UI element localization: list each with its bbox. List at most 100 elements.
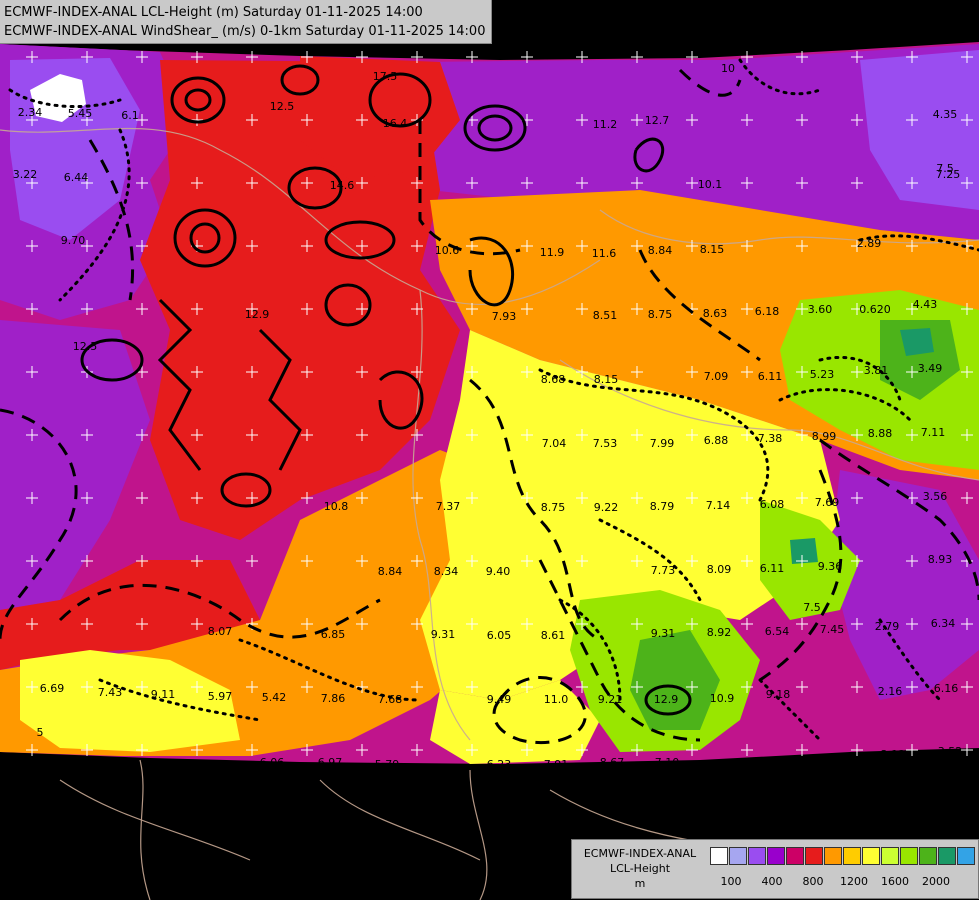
map-header: ECMWF-INDEX-ANAL LCL-Height (m) Saturday…	[0, 0, 493, 44]
value-label: 12.9	[245, 308, 270, 321]
value-label: 7.38	[758, 432, 783, 445]
value-label: 8.88	[868, 427, 893, 440]
value-label: 7.09	[704, 370, 729, 383]
value-label: 8.51	[593, 309, 618, 322]
value-label: 3.56	[923, 490, 948, 503]
value-label: 8.15	[700, 243, 725, 256]
value-label: 7.5	[803, 601, 821, 614]
value-label: 9.70	[61, 234, 86, 247]
value-label: 7.93	[492, 310, 517, 323]
value-label: 6.88	[704, 434, 729, 447]
value-label: 6.54	[765, 625, 790, 638]
legend-swatch	[919, 847, 937, 865]
value-label: 9.31	[431, 628, 456, 641]
value-label: 9.40	[486, 565, 511, 578]
value-label: 7.68	[378, 693, 403, 706]
value-label: 11.2	[593, 118, 618, 131]
value-label: 7.5	[936, 162, 954, 175]
legend-swatch	[881, 847, 899, 865]
value-label: 8.34	[434, 565, 459, 578]
value-label: 10.9	[710, 692, 735, 705]
value-label: 14.6	[330, 179, 355, 192]
header-line-windshear: ECMWF-INDEX-ANAL WindShear_ (m/s) 0-1km …	[4, 24, 486, 39]
legend-unit: m	[634, 877, 646, 890]
legend-title-variable: LCL-Height	[609, 862, 671, 875]
value-label: 7.43	[98, 686, 123, 699]
value-label: 5.79	[375, 758, 400, 771]
value-label: 5.42	[262, 691, 287, 704]
value-label: 5.23	[810, 368, 835, 381]
value-label: 6.18	[755, 305, 780, 318]
value-label: 10.8	[324, 500, 349, 513]
legend-swatch	[786, 847, 804, 865]
value-label: 7.10	[655, 756, 680, 769]
value-label: 3.22	[13, 168, 38, 181]
value-label: 9.49	[487, 693, 512, 706]
value-label: 8.68	[541, 373, 566, 386]
value-label: 7.53	[593, 437, 618, 450]
value-label: 6.11	[760, 562, 785, 575]
header-line-lcl: ECMWF-INDEX-ANAL LCL-Height (m) Saturday…	[4, 5, 423, 20]
value-label: 12.5	[270, 100, 295, 113]
legend-title: ECMWF-INDEX-ANAL LCL-Height m	[576, 846, 704, 891]
legend-tick-label: 1600	[881, 875, 909, 888]
legend-tick-label: 1200	[840, 875, 868, 888]
color-legend: ECMWF-INDEX-ANAL LCL-Height m 100 400 800 1…	[571, 839, 979, 899]
legend-swatch	[748, 847, 766, 865]
value-label: 6.34	[931, 617, 956, 630]
value-label: 7.37	[436, 500, 461, 513]
value-label: 5.45	[68, 107, 93, 120]
value-label: 6.16	[934, 682, 959, 695]
value-label: 2.89	[857, 237, 882, 250]
legend-swatch	[900, 847, 918, 865]
value-label: 8.92	[707, 626, 732, 639]
legend-swatch	[729, 847, 747, 865]
legend-swatch	[843, 847, 861, 865]
value-label: 9.11	[151, 688, 176, 701]
value-label: 5	[37, 726, 44, 739]
value-label: 9.18	[766, 688, 791, 701]
value-label: 8.09	[707, 563, 732, 576]
value-label: 3.52	[938, 745, 963, 758]
value-label: 9.31	[651, 627, 676, 640]
value-label: 12.7	[645, 114, 670, 127]
value-label: 12.9	[654, 693, 679, 706]
value-label: 17.5	[373, 70, 398, 83]
value-label: 2.34	[18, 106, 43, 119]
value-label: 0.620	[859, 303, 891, 316]
value-label: 9.22	[594, 501, 619, 514]
legend-swatch	[862, 847, 880, 865]
value-label: 8.84	[378, 565, 403, 578]
legend-tick-label: 800	[802, 875, 824, 888]
value-label: 10.6	[435, 244, 460, 257]
value-label: 7.45	[820, 623, 845, 636]
value-label: 8.75	[541, 501, 566, 514]
value-label: 8.99	[812, 430, 837, 443]
legend-tick-label: 2000	[922, 875, 950, 888]
legend-swatch	[938, 847, 956, 865]
value-label: 6.97	[318, 756, 343, 769]
value-label: 11.9	[540, 246, 565, 259]
value-label: 10.1	[698, 178, 723, 191]
legend-title-source: ECMWF-INDEX-ANAL	[583, 847, 697, 860]
value-label: 3.49	[918, 362, 943, 375]
value-label: 7.14	[706, 499, 731, 512]
value-label: 6.11	[758, 370, 783, 383]
legend-tick-label: 400	[761, 875, 783, 888]
value-label: 8.79	[650, 500, 675, 513]
value-label: 2.12	[881, 748, 906, 761]
value-label: 7.86	[321, 692, 346, 705]
value-label: 6.1	[121, 109, 139, 122]
value-label: 6.85	[321, 628, 346, 641]
value-label: 8.67	[600, 756, 625, 769]
value-label: 3.81	[864, 364, 889, 377]
value-label: 10	[721, 62, 735, 75]
weather-map: 2.34 5.45 6.1 3.22 6.44 9.70 16.4 17.5 12.5 11.2 1…	[0, 0, 979, 900]
value-label: 11.6	[592, 247, 617, 260]
value-label: 9.21	[598, 693, 623, 706]
value-label: 2.16	[878, 685, 903, 698]
value-label: 7.04	[542, 437, 567, 450]
legend-tick-label: 100	[720, 875, 742, 888]
value-label: 3.60	[808, 303, 833, 316]
value-label: 6.05	[487, 629, 512, 642]
